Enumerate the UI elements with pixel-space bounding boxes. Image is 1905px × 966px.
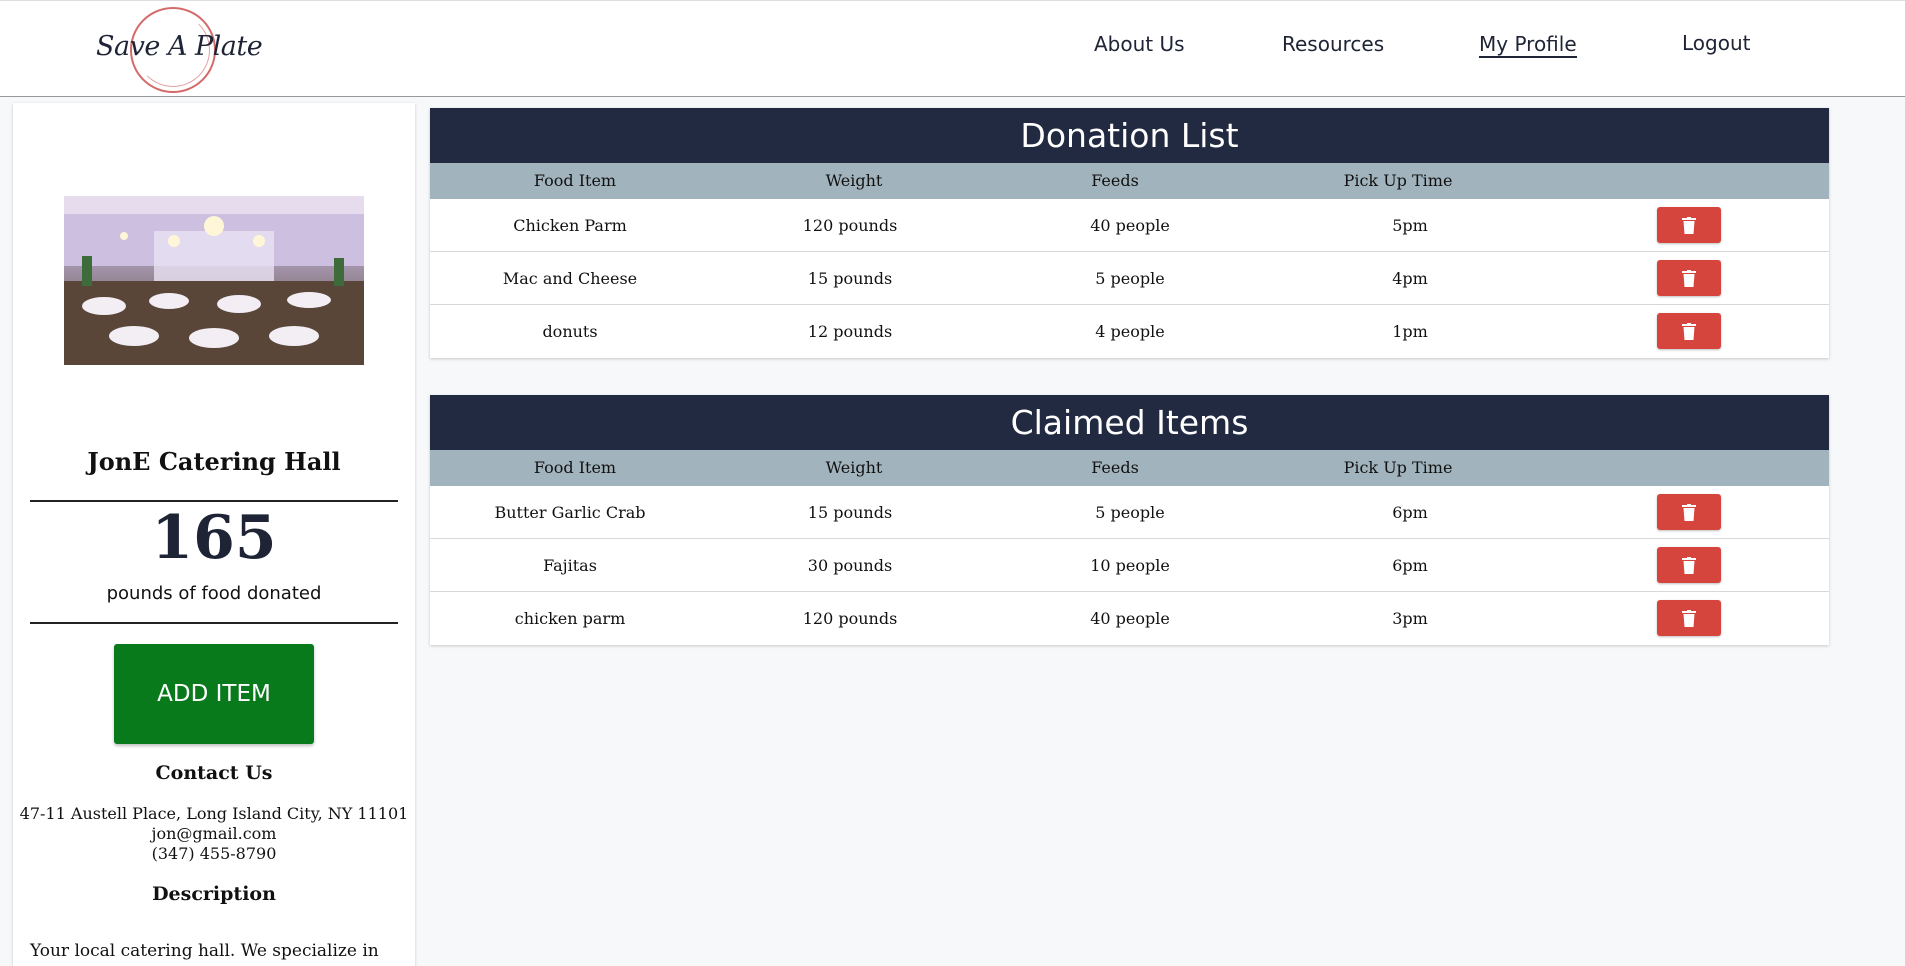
donation-list-title: Donation List xyxy=(430,108,1829,163)
nav-link-resources[interactable]: Resources xyxy=(1282,32,1384,56)
cell-weight: 30 pounds xyxy=(807,556,893,575)
table-row: chicken parm 120 pounds 40 people 3pm xyxy=(430,592,1829,645)
header-feeds: Feeds xyxy=(1091,171,1139,190)
cell-food-item: Chicken Parm xyxy=(513,216,627,235)
delete-button[interactable] xyxy=(1657,600,1721,636)
nav-link-about-us[interactable]: About Us xyxy=(1094,32,1185,56)
contact-heading: Contact Us xyxy=(155,762,273,784)
table-row: Chicken Parm 120 pounds 40 people 5pm xyxy=(430,199,1829,252)
header-feeds: Feeds xyxy=(1091,458,1139,477)
table-row: Mac and Cheese 15 pounds 5 people 4pm xyxy=(430,252,1829,305)
add-item-button[interactable]: ADD ITEM xyxy=(114,644,314,744)
cell-food-item: Butter Garlic Crab xyxy=(494,503,646,522)
cell-pickup-time: 5pm xyxy=(1392,216,1428,235)
cell-weight: 12 pounds xyxy=(807,322,893,341)
trash-icon xyxy=(1682,323,1696,340)
donated-count: 165 xyxy=(151,503,277,573)
cell-feeds: 10 people xyxy=(1090,556,1170,575)
header-pickup-time: Pick Up Time xyxy=(1343,171,1453,190)
top-navbar: Save A Plate About Us Resources My Profi… xyxy=(0,0,1905,97)
organization-name: JonE Catering Hall xyxy=(87,447,341,476)
contact-address: 47-11 Austell Place, Long Island City, N… xyxy=(19,804,409,823)
cell-food-item: chicken parm xyxy=(514,609,626,628)
header-food-item: Food Item xyxy=(533,171,617,190)
delete-button[interactable] xyxy=(1657,260,1721,296)
table-header: Food Item Weight Feeds Pick Up Time xyxy=(430,163,1829,199)
cell-feeds: 40 people xyxy=(1090,216,1170,235)
cell-weight: 15 pounds xyxy=(807,269,893,288)
cell-pickup-time: 3pm xyxy=(1392,609,1428,628)
nav-links: About Us Resources My Profile Logout xyxy=(0,1,1905,98)
trash-icon xyxy=(1682,610,1696,627)
cell-pickup-time: 4pm xyxy=(1392,269,1428,288)
description-heading: Description xyxy=(152,883,276,905)
contact-email: jon@gmail.com xyxy=(151,824,277,843)
header-weight: Weight xyxy=(825,458,883,477)
delete-button[interactable] xyxy=(1657,547,1721,583)
nav-link-logout[interactable]: Logout xyxy=(1682,31,1750,55)
header-pickup-time: Pick Up Time xyxy=(1343,458,1453,477)
divider xyxy=(30,500,398,502)
cell-weight: 15 pounds xyxy=(807,503,893,522)
header-weight: Weight xyxy=(825,171,883,190)
nav-link-my-profile[interactable]: My Profile xyxy=(1479,32,1577,58)
cell-feeds: 4 people xyxy=(1095,322,1165,341)
cell-food-item: Mac and Cheese xyxy=(502,269,638,288)
cell-weight: 120 pounds xyxy=(802,609,898,628)
delete-button[interactable] xyxy=(1657,207,1721,243)
profile-sidebar: JonE Catering Hall 165 pounds of food do… xyxy=(13,103,415,966)
claimed-rows: Butter Garlic Crab 15 pounds 5 people 6p… xyxy=(430,486,1829,645)
divider xyxy=(30,622,398,624)
donation-rows: Chicken Parm 120 pounds 40 people 5pm Ma… xyxy=(430,199,1829,358)
trash-icon xyxy=(1682,504,1696,521)
cell-feeds: 40 people xyxy=(1090,609,1170,628)
trash-icon xyxy=(1682,270,1696,287)
table-row: donuts 12 pounds 4 people 1pm xyxy=(430,305,1829,358)
delete-button[interactable] xyxy=(1657,313,1721,349)
cell-food-item: Fajitas xyxy=(543,556,597,575)
claimed-items-title: Claimed Items xyxy=(430,395,1829,450)
cell-pickup-time: 1pm xyxy=(1392,322,1428,341)
delete-button[interactable] xyxy=(1657,494,1721,530)
cell-pickup-time: 6pm xyxy=(1392,556,1428,575)
donated-label: pounds of food donated xyxy=(106,583,322,604)
header-food-item: Food Item xyxy=(533,458,617,477)
cell-food-item: donuts xyxy=(542,322,598,341)
cell-feeds: 5 people xyxy=(1095,269,1165,288)
cell-feeds: 5 people xyxy=(1095,503,1165,522)
claimed-items-panel: Claimed Items Food Item Weight Feeds Pic… xyxy=(430,395,1829,645)
contact-phone: (347) 455-8790 xyxy=(151,844,277,863)
trash-icon xyxy=(1682,217,1696,234)
cell-weight: 120 pounds xyxy=(802,216,898,235)
donation-list-panel: Donation List Food Item Weight Feeds Pic… xyxy=(430,108,1829,358)
cell-pickup-time: 6pm xyxy=(1392,503,1428,522)
banquet-hall-photo xyxy=(64,196,364,365)
table-header: Food Item Weight Feeds Pick Up Time xyxy=(430,450,1829,486)
table-row: Butter Garlic Crab 15 pounds 5 people 6p… xyxy=(430,486,1829,539)
description-text: Your local catering hall. We specialize … xyxy=(30,941,379,961)
table-row: Fajitas 30 pounds 10 people 6pm xyxy=(430,539,1829,592)
contact-info: 47-11 Austell Place, Long Island City, N… xyxy=(13,804,415,864)
trash-icon xyxy=(1682,557,1696,574)
